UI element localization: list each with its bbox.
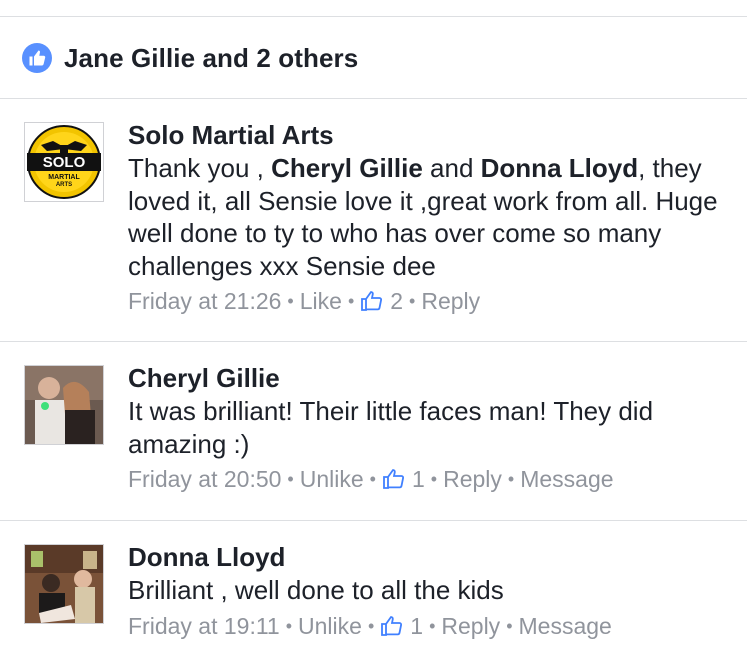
comment-body: Solo Martial Arts Thank you , Cheryl Gil…	[128, 120, 737, 316]
comment-meta: Friday at 20:50 • Unlike • 1 • Reply • M…	[128, 464, 737, 494]
comment-text: Brilliant , well done to all the kids	[128, 575, 504, 605]
thumbs-up-icon[interactable]	[382, 467, 406, 491]
separator-dot: •	[409, 291, 416, 311]
separator-dot: •	[507, 469, 515, 489]
separator-dot: •	[285, 615, 293, 636]
reply-link[interactable]: Reply	[443, 464, 502, 494]
reply-link[interactable]: Reply	[441, 611, 500, 641]
comment: SOLO MARTIAL ARTS Solo Martial Arts Than…	[0, 98, 747, 341]
like-reaction-icon	[22, 43, 52, 73]
thumbs-up-icon[interactable]	[380, 614, 404, 638]
mention[interactable]: Donna Lloyd	[481, 153, 638, 183]
separator-dot: •	[506, 615, 513, 636]
thumbs-up-icon[interactable]	[360, 289, 384, 313]
comment: Cheryl Gillie It was brilliant! Their li…	[0, 341, 747, 520]
separator-dot: •	[367, 615, 375, 636]
reply-link[interactable]: Reply	[421, 286, 480, 316]
comment-author[interactable]: Cheryl Gillie	[128, 363, 737, 393]
separator-dot: •	[369, 469, 376, 489]
comment-author[interactable]: Donna Lloyd	[128, 542, 737, 572]
separator-dot: •	[430, 469, 438, 489]
comment-meta: Friday at 21:26 • Like • 2 • Reply	[128, 286, 737, 316]
comment: Donna Lloyd Brilliant , well done to all…	[0, 520, 747, 649]
comment-timestamp[interactable]: Friday at 19:11	[128, 611, 280, 641]
message-link[interactable]: Message	[520, 464, 613, 494]
avatar[interactable]	[24, 365, 104, 445]
unlike-link[interactable]: Unlike	[298, 611, 362, 641]
like-count[interactable]: 2	[390, 286, 403, 316]
reactions-summary[interactable]: Jane Gillie and 2 others	[22, 40, 358, 76]
comment-body: Donna Lloyd Brilliant , well done to all…	[128, 542, 737, 641]
unlike-link[interactable]: Unlike	[300, 464, 364, 494]
solo-martial-arts-logo: SOLO MARTIAL ARTS	[27, 125, 101, 199]
comment-text: It was brilliant! Their little faces man…	[128, 396, 654, 459]
separator-dot: •	[347, 291, 355, 311]
comment-author[interactable]: Solo Martial Arts	[128, 120, 737, 150]
profile-photo	[25, 366, 103, 444]
top-divider	[0, 16, 747, 17]
comment-body: Cheryl Gillie It was brilliant! Their li…	[128, 363, 737, 494]
comment-timestamp[interactable]: Friday at 20:50	[128, 464, 281, 494]
avatar[interactable]	[24, 544, 104, 624]
profile-photo	[25, 545, 103, 623]
comment-meta: Friday at 19:11 • Unlike • 1 • Reply • M…	[128, 611, 737, 641]
avatar[interactable]: SOLO MARTIAL ARTS	[24, 122, 104, 202]
comment-text: Thank you , Cheryl Gillie and Donna Lloy…	[128, 153, 718, 281]
like-link[interactable]: Like	[300, 286, 342, 316]
separator-dot: •	[287, 469, 294, 489]
separator-dot: •	[287, 291, 294, 311]
svg-text:MARTIAL: MARTIAL	[48, 174, 80, 181]
logo-text: SOLO	[43, 154, 86, 171]
svg-text:ARTS: ARTS	[56, 182, 72, 188]
separator-dot: •	[429, 615, 436, 636]
comment-timestamp[interactable]: Friday at 21:26	[128, 286, 281, 316]
like-count[interactable]: 1	[412, 464, 425, 494]
mention[interactable]: Cheryl Gillie	[271, 153, 423, 183]
like-count[interactable]: 1	[410, 611, 423, 641]
message-link[interactable]: Message	[519, 611, 612, 641]
reactions-summary-text[interactable]: Jane Gillie and 2 others	[64, 43, 358, 74]
